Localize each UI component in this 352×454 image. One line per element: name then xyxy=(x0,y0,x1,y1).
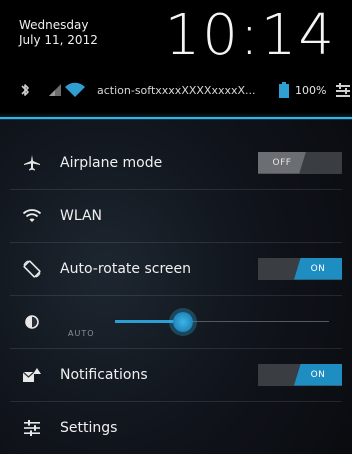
brightness-row: AUTO xyxy=(0,295,352,348)
settings-row[interactable]: Settings xyxy=(0,401,352,454)
wifi-icon xyxy=(64,80,86,100)
battery-icon xyxy=(279,80,289,100)
date-label: July 11, 2012 xyxy=(19,33,98,47)
brightness-auto-label[interactable]: AUTO xyxy=(68,329,95,338)
settings-shortcut-icon[interactable] xyxy=(335,80,351,100)
brightness-slider[interactable] xyxy=(115,311,329,332)
auto-rotate-label: Auto-rotate screen xyxy=(60,260,191,277)
quick-settings-list: Airplane mode OFF WLAN Auto-rotate scree… xyxy=(0,136,352,454)
date-display: Wednesday July 11, 2012 xyxy=(19,18,98,48)
brightness-icon[interactable] xyxy=(22,312,42,332)
airplane-mode-row[interactable]: Airplane mode OFF xyxy=(0,136,352,189)
wifi-icon xyxy=(22,206,42,226)
notifications-icon xyxy=(22,365,42,385)
battery-percent: 100% xyxy=(295,83,327,97)
wlan-label: WLAN xyxy=(60,207,103,224)
wlan-row[interactable]: WLAN xyxy=(0,189,352,242)
weekday-label: Wednesday xyxy=(19,18,89,32)
airplane-mode-toggle[interactable]: OFF xyxy=(258,151,342,174)
notifications-label: Notifications xyxy=(60,366,148,383)
bluetooth-icon xyxy=(19,80,31,100)
wifi-ssid-label: action-softxxxxXXXXxxxxX... xyxy=(97,83,256,97)
rotate-icon xyxy=(22,259,42,279)
notifications-toggle[interactable]: ON xyxy=(258,363,342,386)
settings-sliders-icon xyxy=(22,418,42,438)
status-bar: action-softxxxxXXXXxxxxX... 100% xyxy=(0,76,352,104)
notifications-row[interactable]: Notifications ON xyxy=(0,348,352,401)
notification-header: Wednesday July 11, 2012 10:14 action-sof… xyxy=(0,0,352,118)
settings-label: Settings xyxy=(60,419,118,436)
brightness-knob[interactable] xyxy=(173,311,194,332)
clock: 10:14 xyxy=(164,3,336,68)
auto-rotate-toggle-state: ON xyxy=(294,257,342,280)
quick-settings-panel: Wednesday July 11, 2012 10:14 action-sof… xyxy=(0,0,352,454)
signal-icon xyxy=(48,80,62,100)
auto-rotate-row[interactable]: Auto-rotate screen ON xyxy=(0,242,352,295)
header-divider xyxy=(0,117,352,119)
notifications-toggle-state: ON xyxy=(294,363,342,386)
airplane-mode-toggle-state: OFF xyxy=(258,151,306,174)
airplane-icon xyxy=(22,153,42,173)
auto-rotate-toggle[interactable]: ON xyxy=(258,257,342,280)
airplane-mode-label: Airplane mode xyxy=(60,154,163,171)
